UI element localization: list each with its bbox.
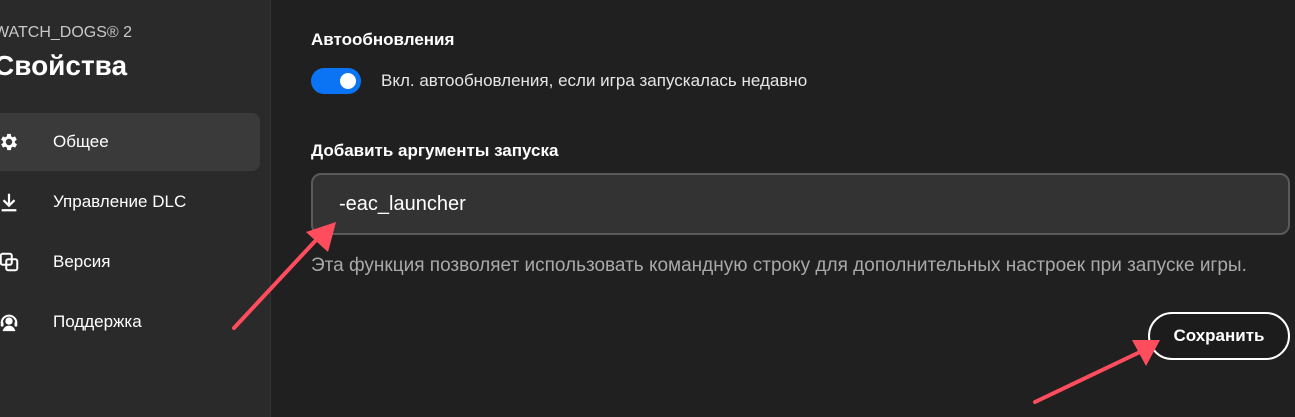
support-icon [0,311,20,333]
sidebar-item-label: Поддержка [53,312,142,331]
sidebar-item-label: Версия [53,252,111,271]
download-icon [0,191,20,213]
toggle-knob [340,73,356,89]
autoupdate-title: Автообновления [311,30,455,49]
sidebar-item-general[interactable]: Общее [0,113,260,171]
launch-args-title: Добавить аргументы запуска [311,141,559,160]
autoupdate-toggle-label: Вкл. автообновления, если игра запускала… [381,71,808,90]
sidebar-item-label: Общее [53,132,109,151]
save-button[interactable]: Сохранить [1148,312,1290,360]
page-heading: Свойства [0,50,128,81]
versions-icon [0,251,20,273]
sidebar: WATCH_DOGS® 2 Свойства Общее Управление … [0,0,271,417]
sidebar-item-label: Управление DLC [53,192,187,211]
main-panel: Автообновления Вкл. автообновления, если… [271,0,1295,417]
sidebar-item-version[interactable]: Версия [0,233,260,291]
launch-args-help-text: Эта функция позволяет использовать коман… [311,255,1247,276]
launch-args-input[interactable] [311,173,1290,235]
sidebar-item-dlc[interactable]: Управление DLC [0,173,260,231]
autoupdate-toggle[interactable] [311,68,361,94]
sidebar-item-support[interactable]: Поддержка [0,293,260,351]
gear-icon [0,131,20,153]
game-title: WATCH_DOGS® 2 [0,24,133,41]
